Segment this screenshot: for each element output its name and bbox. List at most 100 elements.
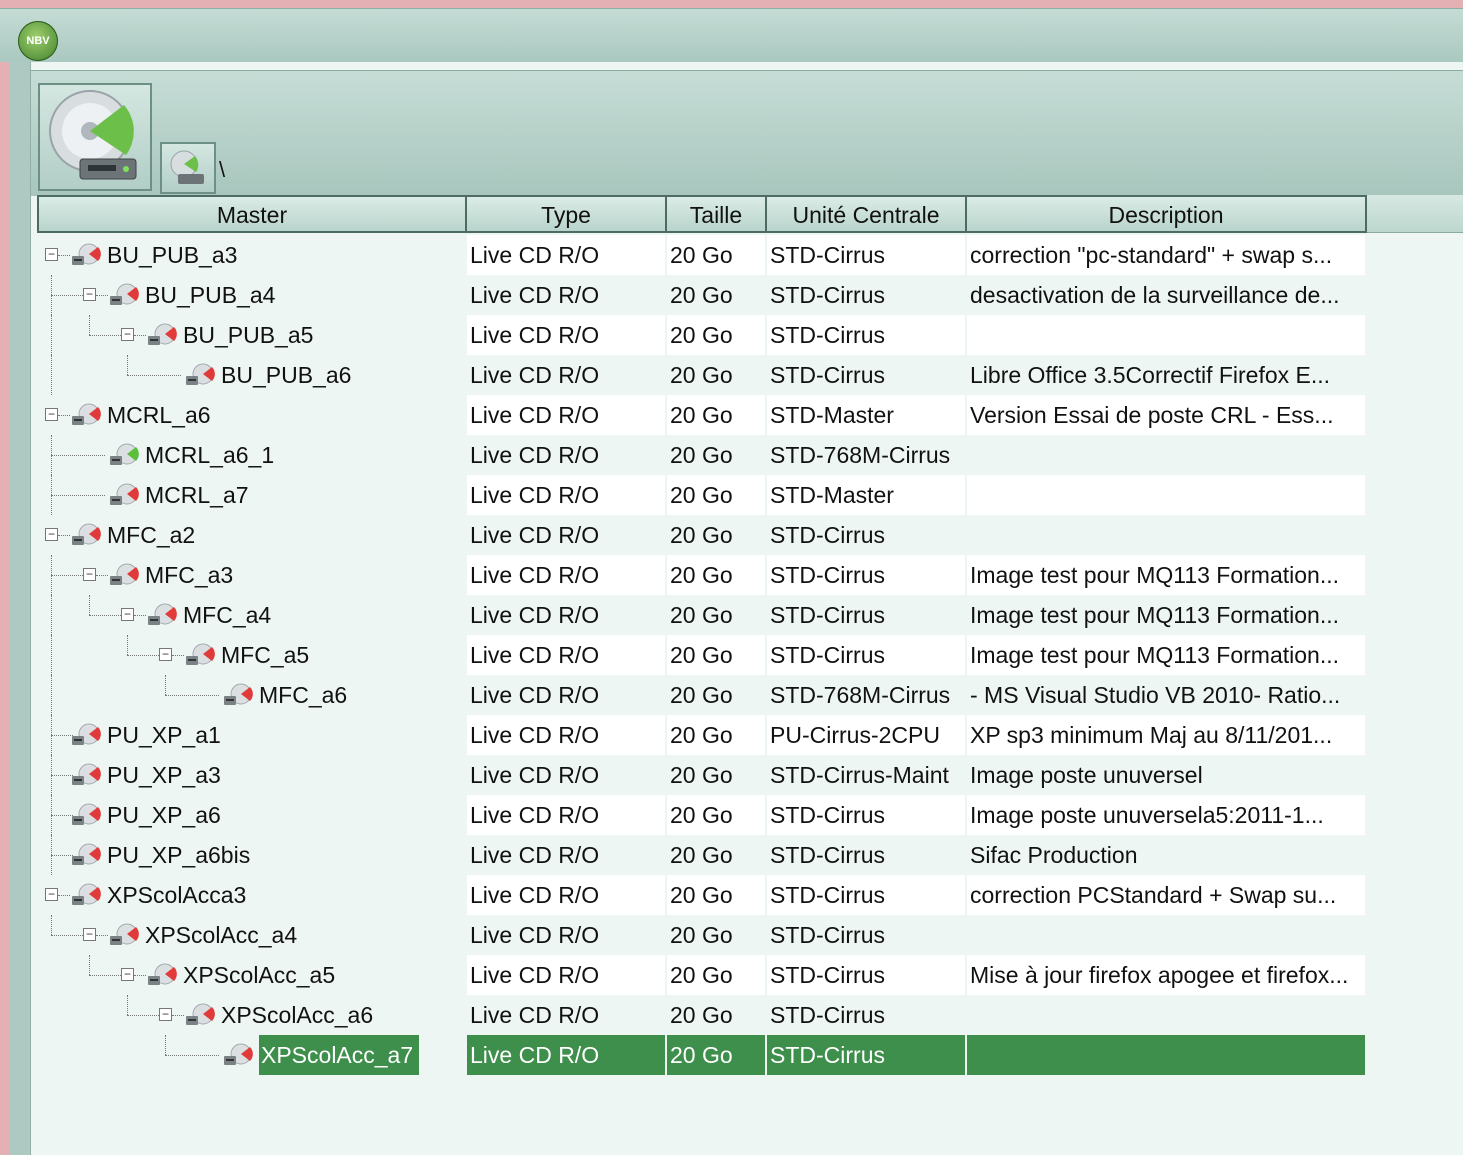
table-row[interactable]: − XPScolAcca3 Live CD R/O 20 Go STD-Cirrus co… <box>37 875 1367 915</box>
table-row[interactable]: − BU_PUB_a3 Live CD R/O 20 Go STD-Cirrus corr… <box>37 235 1367 275</box>
master-name[interactable]: MFC_a2 <box>107 515 195 555</box>
master-name[interactable]: XPScolAcc_a4 <box>145 915 297 955</box>
master-name[interactable]: PU_XP_a6 <box>107 795 221 835</box>
master-name[interactable]: MFC_a6 <box>259 675 347 715</box>
master-name[interactable]: BU_PUB_a4 <box>145 275 275 315</box>
tree-cell: − MFC_a3 <box>37 555 465 595</box>
parent-folder-icon[interactable] <box>160 142 216 194</box>
tree-connector <box>51 595 52 635</box>
column-header-description[interactable]: Description <box>967 195 1367 233</box>
master-name[interactable]: XPScolAcca3 <box>107 875 246 915</box>
table-row[interactable]: − MFC_a5 Live CD R/O 20 Go STD-Cirrus Image t… <box>37 635 1367 675</box>
master-description-cell <box>967 1035 1365 1075</box>
master-readonly-icon <box>148 963 177 985</box>
master-description-cell <box>967 915 1365 955</box>
app-logo-icon[interactable]: NBV <box>18 21 58 61</box>
master-unit-cell: STD-Cirrus <box>767 875 965 915</box>
tree-collapse-toggle-icon[interactable]: − <box>121 608 134 621</box>
table-row[interactable]: PU_XP_a6 Live CD R/O 20 Go STD-Cirrus Image … <box>37 795 1367 835</box>
tree-collapse-toggle-icon[interactable]: − <box>45 888 58 901</box>
master-size-cell: 20 Go <box>667 515 765 555</box>
master-name[interactable]: XPScolAcc_a7 <box>259 1035 420 1075</box>
table-row[interactable]: − XPScolAcc_a4 Live CD R/O 20 Go STD-Cirrus <box>37 915 1367 955</box>
table-row[interactable]: − XPScolAcc_a6 Live CD R/O 20 Go STD-Cirrus <box>37 995 1367 1035</box>
master-size-cell: 20 Go <box>667 755 765 795</box>
table-row[interactable]: MFC_a6 Live CD R/O 20 Go STD-768M-Cirrus - M… <box>37 675 1367 715</box>
tree-collapse-toggle-icon[interactable]: − <box>121 968 134 981</box>
tree-collapse-toggle-icon[interactable]: − <box>45 408 58 421</box>
master-readonly-icon <box>72 523 101 545</box>
masters-table: − BU_PUB_a3 Live CD R/O 20 Go STD-Cirrus corr… <box>37 235 1367 1075</box>
master-name[interactable]: MCRL_a6 <box>107 395 211 435</box>
master-readonly-icon <box>72 883 101 905</box>
master-readonly-icon <box>110 483 139 505</box>
tree-connector <box>51 795 52 835</box>
master-unit-cell: STD-768M-Cirrus <box>767 675 965 715</box>
master-unit-cell: STD-Cirrus <box>767 315 965 355</box>
tree-cell: MFC_a6 <box>37 675 465 715</box>
tree-collapse-toggle-icon[interactable]: − <box>121 328 134 341</box>
master-readonly-icon <box>110 283 139 305</box>
tree-collapse-toggle-icon[interactable]: − <box>83 928 96 941</box>
master-name[interactable]: BU_PUB_a6 <box>221 355 351 395</box>
tree-cell: − BU_PUB_a5 <box>37 315 465 355</box>
master-unit-cell: STD-Cirrus <box>767 915 965 955</box>
table-row[interactable]: − MCRL_a6 Live CD R/O 20 Go STD-Master Versio… <box>37 395 1367 435</box>
tree-connector <box>51 275 52 295</box>
table-row[interactable]: MCRL_a7 Live CD R/O 20 Go STD-Master <box>37 475 1367 515</box>
master-disk-icon[interactable] <box>38 83 152 191</box>
tree-collapse-toggle-icon[interactable]: − <box>83 288 96 301</box>
master-name[interactable]: PU_XP_a1 <box>107 715 221 755</box>
master-unit-cell: STD-Cirrus <box>767 235 965 275</box>
tree-collapse-toggle-icon[interactable]: − <box>45 528 58 541</box>
tree-connector <box>51 455 105 456</box>
tree-collapse-toggle-icon[interactable]: − <box>159 648 172 661</box>
tree-cell: − XPScolAcc_a5 <box>37 955 465 995</box>
column-header-master[interactable]: Master <box>37 195 467 233</box>
master-unit-cell: STD-Master <box>767 475 965 515</box>
master-name[interactable]: PU_XP_a3 <box>107 755 221 795</box>
table-row[interactable]: BU_PUB_a6 Live CD R/O 20 Go STD-Cirrus Libre… <box>37 355 1367 395</box>
master-description-cell: Image test pour MQ113 Formation... <box>967 555 1365 595</box>
tree-collapse-toggle-icon[interactable]: − <box>83 568 96 581</box>
master-name[interactable]: MFC_a3 <box>145 555 233 595</box>
master-unit-cell: STD-Cirrus <box>767 1035 965 1075</box>
column-header-unit[interactable]: Unité Centrale <box>767 195 967 233</box>
table-row[interactable]: − MFC_a3 Live CD R/O 20 Go STD-Cirrus Image t… <box>37 555 1367 595</box>
master-size-cell: 20 Go <box>667 795 765 835</box>
table-row[interactable]: PU_XP_a1 Live CD R/O 20 Go PU-Cirrus-2CPU XP… <box>37 715 1367 755</box>
master-name[interactable]: MFC_a5 <box>221 635 309 675</box>
current-path: \ <box>219 157 226 182</box>
master-name[interactable]: PU_XP_a6bis <box>107 835 250 875</box>
tree-collapse-toggle-icon[interactable]: − <box>45 248 58 261</box>
table-row[interactable]: − XPScolAcc_a5 Live CD R/O 20 Go STD-Cirrus M… <box>37 955 1367 995</box>
column-header-type[interactable]: Type <box>467 195 667 233</box>
master-name[interactable]: MCRL_a7 <box>145 475 249 515</box>
column-header-size[interactable]: Taille <box>667 195 767 233</box>
master-name[interactable]: MFC_a4 <box>183 595 271 635</box>
master-unit-cell: STD-Cirrus <box>767 275 965 315</box>
table-row[interactable]: MCRL_a6_1 Live CD R/O 20 Go STD-768M-Cirrus <box>37 435 1367 475</box>
master-name[interactable]: XPScolAcc_a6 <box>221 995 373 1035</box>
tree-cell: PU_XP_a3 <box>37 755 465 795</box>
master-name[interactable]: BU_PUB_a3 <box>107 235 237 275</box>
title-bar: NBV <box>0 8 1463 63</box>
master-description-cell <box>967 515 1365 555</box>
table-row[interactable]: − MFC_a2 Live CD R/O 20 Go STD-Cirrus <box>37 515 1367 555</box>
table-row[interactable]: − BU_PUB_a5 Live CD R/O 20 Go STD-Cirrus <box>37 315 1367 355</box>
master-readonly-icon <box>72 843 101 865</box>
tree-connector <box>89 595 90 615</box>
master-description-cell: correction PCStandard + Swap su... <box>967 875 1365 915</box>
master-size-cell: 20 Go <box>667 275 765 315</box>
tree-collapse-toggle-icon[interactable]: − <box>159 1008 172 1021</box>
table-row[interactable]: − MFC_a4 Live CD R/O 20 Go STD-Cirrus Image t… <box>37 595 1367 635</box>
master-name[interactable]: MCRL_a6_1 <box>145 435 274 475</box>
table-row[interactable]: XPScolAcc_a7 Live CD R/O 20 Go STD-Cirrus <box>37 1035 1367 1075</box>
master-size-cell: 20 Go <box>667 315 765 355</box>
table-row[interactable]: − BU_PUB_a4 Live CD R/O 20 Go STD-Cirrus desa… <box>37 275 1367 315</box>
table-row[interactable]: PU_XP_a6bis Live CD R/O 20 Go STD-Cirrus Sif… <box>37 835 1367 875</box>
master-name[interactable]: XPScolAcc_a5 <box>183 955 335 995</box>
master-name[interactable]: BU_PUB_a5 <box>183 315 313 355</box>
table-row[interactable]: PU_XP_a3 Live CD R/O 20 Go STD-Cirrus-Maint… <box>37 755 1367 795</box>
tree-connector <box>51 915 52 935</box>
